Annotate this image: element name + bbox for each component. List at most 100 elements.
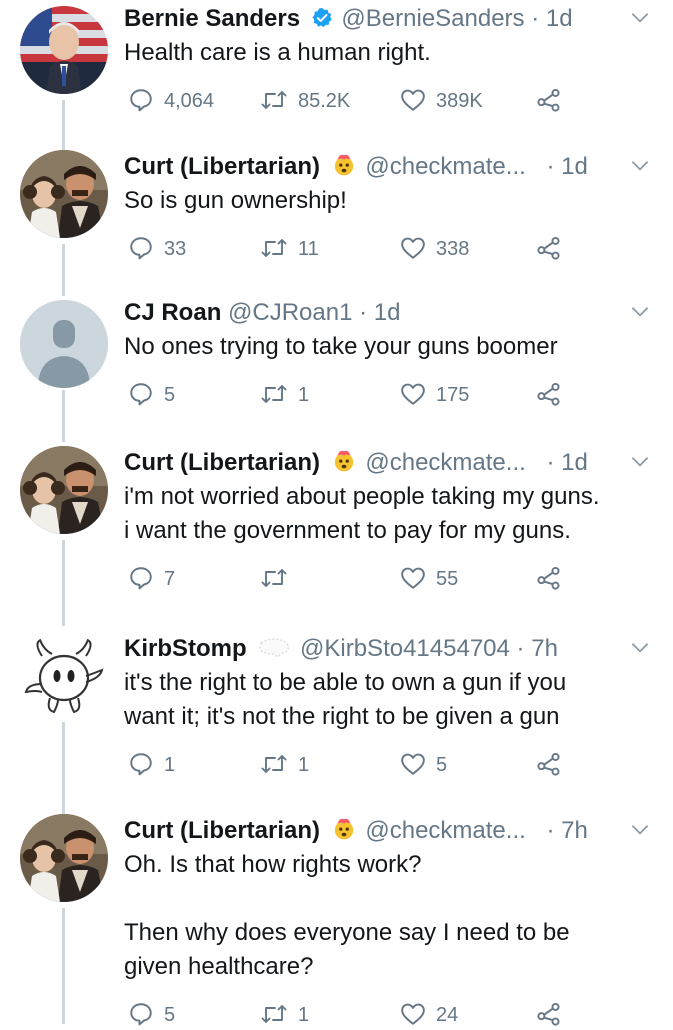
reply-icon — [130, 237, 152, 260]
tweet-text: So is gun ownership! — [124, 184, 653, 218]
separator-dot: · — [546, 449, 555, 476]
share-button[interactable] — [536, 750, 572, 780]
author-name[interactable]: Curt (Libertarian) — [124, 817, 320, 844]
retweet-button[interactable] — [260, 564, 298, 594]
tweet-text: it's the right to be able to own a gun i… — [124, 666, 653, 734]
retweet-count: 1 — [298, 754, 310, 776]
share-icon — [537, 236, 560, 260]
like-button[interactable]: 338 — [400, 234, 469, 264]
reply-count: 33 — [164, 238, 187, 260]
chevron-down-icon[interactable] — [627, 816, 653, 842]
author-handle[interactable]: @CJRoan1 — [228, 299, 352, 326]
like-button[interactable]: 389K — [400, 86, 483, 116]
retweet-icon — [261, 239, 287, 257]
reply-button[interactable]: 1 — [128, 750, 175, 780]
retweet-count: 11 — [298, 238, 319, 260]
like-count: 389K — [436, 90, 483, 112]
tweet-text: Oh. Is that how rights work? Then why do… — [124, 848, 653, 984]
avatar-curt[interactable] — [20, 150, 108, 238]
tweet[interactable]: Curt (Libertarian) @checkmate... · 1d So… — [0, 150, 673, 270]
reply-button[interactable]: 5 — [128, 380, 175, 410]
author-name[interactable]: KirbStomp — [124, 635, 247, 662]
retweet-icon — [261, 1005, 287, 1023]
like-button[interactable]: 24 — [400, 1000, 458, 1030]
share-button[interactable] — [536, 86, 572, 116]
avatar-curt[interactable] — [20, 446, 108, 534]
retweet-count: 85.2K — [298, 90, 351, 112]
tweet-line: Oh. Is that how rights work? — [124, 851, 422, 878]
chevron-down-icon[interactable] — [627, 152, 653, 178]
retweet-count: 1 — [298, 384, 310, 406]
retweet-button[interactable]: 1 — [260, 750, 309, 780]
reply-button[interactable]: 7 — [128, 564, 175, 594]
chevron-down-icon[interactable] — [627, 4, 653, 30]
reply-button[interactable]: 5 — [128, 1000, 175, 1030]
author-handle[interactable]: @BernieSanders — [341, 5, 524, 32]
reply-icon — [130, 567, 152, 590]
reply-count: 1 — [164, 754, 176, 776]
tweet[interactable]: CJ Roan @CJRoan1 · 1d No ones trying to … — [0, 296, 673, 416]
share-button[interactable] — [536, 234, 572, 264]
tweet-line: Health care is a human right. — [124, 39, 431, 66]
separator-dot: · — [359, 299, 368, 326]
reply-button[interactable]: 4,064 — [128, 86, 214, 116]
author-handle[interactable]: @checkmate... — [365, 449, 525, 476]
author-name[interactable]: CJ Roan — [124, 299, 221, 326]
tweet-line: So is gun ownership! — [124, 187, 347, 214]
retweet-icon — [261, 91, 287, 109]
action-bar: 7 55 — [124, 564, 584, 594]
tweet-line: given healthcare? — [124, 953, 314, 980]
like-count: 5 — [436, 754, 448, 776]
exploding-head-emoji-icon — [331, 151, 357, 187]
heart-icon — [401, 753, 425, 775]
chevron-down-icon[interactable] — [627, 634, 653, 660]
tweet-time[interactable]: 1d — [561, 153, 588, 180]
author-name[interactable]: Bernie Sanders — [124, 5, 300, 32]
heart-icon — [401, 383, 425, 405]
tweet-time[interactable]: 7h — [531, 635, 558, 662]
tweet-text: i'm not worried about people taking my g… — [124, 480, 653, 548]
like-count: 24 — [436, 1004, 459, 1026]
action-bar: 1 1 5 — [124, 750, 584, 780]
heart-icon — [401, 567, 425, 589]
retweet-icon — [261, 569, 287, 587]
chevron-down-icon[interactable] — [627, 298, 653, 324]
speech-bubble-icon — [257, 635, 291, 669]
avatar-kirbstomp[interactable] — [20, 632, 108, 720]
retweet-button[interactable]: 1 — [260, 1000, 309, 1030]
share-button[interactable] — [536, 1000, 572, 1030]
avatar-default-egg[interactable] — [20, 300, 108, 388]
reply-count: 7 — [164, 568, 176, 590]
tweet-time[interactable]: 1d — [374, 299, 401, 326]
like-button[interactable]: 175 — [400, 380, 469, 410]
avatar-bernie-sanders[interactable] — [20, 6, 108, 94]
tweet-time[interactable]: 7h — [561, 817, 588, 844]
exploding-head-emoji-icon — [331, 447, 357, 483]
retweet-button[interactable]: 11 — [260, 234, 319, 264]
tweet[interactable]: Curt (Libertarian) @checkmate... · 7h Oh… — [0, 814, 673, 1026]
tweet[interactable]: Curt (Libertarian) @checkmate... · 1d i'… — [0, 446, 673, 606]
author-name[interactable]: Curt (Libertarian) — [124, 449, 320, 476]
retweet-button[interactable]: 1 — [260, 380, 309, 410]
author-handle[interactable]: @checkmate... — [365, 817, 525, 844]
tweet-time[interactable]: 1d — [561, 449, 588, 476]
author-name[interactable]: Curt (Libertarian) — [124, 153, 320, 180]
share-button[interactable] — [536, 380, 572, 410]
author-handle[interactable]: @KirbSto41454704 — [300, 635, 510, 662]
tweet-time[interactable]: 1d — [546, 5, 573, 32]
like-count: 175 — [436, 384, 470, 406]
avatar-curt[interactable] — [20, 814, 108, 902]
reply-button[interactable]: 33 — [128, 234, 186, 264]
tweet[interactable]: KirbStomp @KirbSto41454704 · 7h it's the… — [0, 632, 673, 792]
tweet[interactable]: Bernie Sanders @BernieSanders · 1d Healt… — [0, 2, 673, 122]
share-button[interactable] — [536, 564, 572, 594]
like-button[interactable]: 55 — [400, 564, 458, 594]
chevron-down-icon[interactable] — [627, 448, 653, 474]
share-icon — [537, 382, 560, 406]
retweet-button[interactable]: 85.2K — [260, 86, 350, 116]
like-button[interactable]: 5 — [400, 750, 447, 780]
heart-icon — [401, 89, 425, 111]
author-handle[interactable]: @checkmate... — [365, 153, 525, 180]
action-bar: 33 11 338 — [124, 234, 584, 264]
